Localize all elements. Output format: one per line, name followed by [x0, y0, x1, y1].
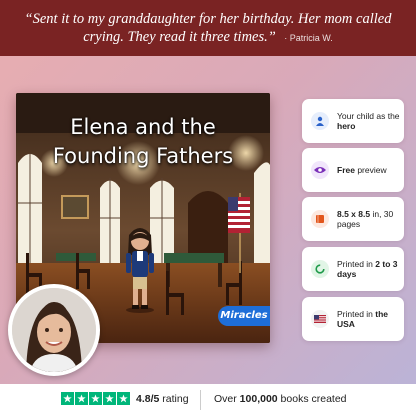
us-flag-icon — [311, 310, 329, 328]
star-icon — [117, 392, 130, 405]
star-rating — [61, 392, 130, 405]
feature-card-size: 8.5 x 8.5 in, 30 pages — [302, 197, 404, 241]
testimonial-author: · Patricia W. — [284, 33, 333, 43]
star-icon — [75, 392, 88, 405]
feature-text-preview: Free preview — [337, 164, 387, 175]
divider — [200, 390, 201, 410]
book-icon — [311, 210, 329, 228]
trust-bar: 4.8/5 rating Over 100,000 books created — [0, 384, 416, 416]
feature-text-size: 8.5 x 8.5 in, 30 pages — [337, 208, 394, 230]
feature-text-hero: Your child as the hero — [337, 110, 400, 132]
feature-card-hero: Your child as the hero — [302, 99, 404, 143]
feature-text-made-in-usa: Printed in the USA — [337, 308, 389, 330]
testimonial-banner: “Sent it to my granddaughter for her bir… — [0, 0, 416, 56]
book-title: Elena and the Founding Fathers — [16, 113, 270, 171]
testimonial-quote: “Sent it to my granddaughter for her bir… — [24, 11, 392, 45]
clock-icon — [311, 260, 329, 278]
child-photo-avatar — [8, 284, 100, 376]
feature-card-made-in-usa: Printed in the USA — [302, 297, 404, 341]
child-photo — [12, 288, 96, 372]
book-title-line2: Founding Fathers — [52, 144, 234, 168]
star-icon — [89, 392, 102, 405]
eye-icon — [311, 161, 329, 179]
rating-text: 4.8/5 rating — [136, 393, 189, 405]
star-icon — [61, 392, 74, 405]
person-icon — [311, 112, 329, 130]
feature-text-printed-time: Printed in 2 to 3 days — [337, 258, 398, 280]
book-title-line1: Elena and the — [70, 115, 216, 139]
feature-card-preview: Free preview — [302, 148, 404, 192]
brand-badge: Miracles — [218, 306, 270, 326]
star-icon — [103, 392, 116, 405]
feature-card-printed-time: Printed in 2 to 3 days — [302, 247, 404, 291]
books-created-text: Over 100,000 books created — [214, 393, 347, 405]
